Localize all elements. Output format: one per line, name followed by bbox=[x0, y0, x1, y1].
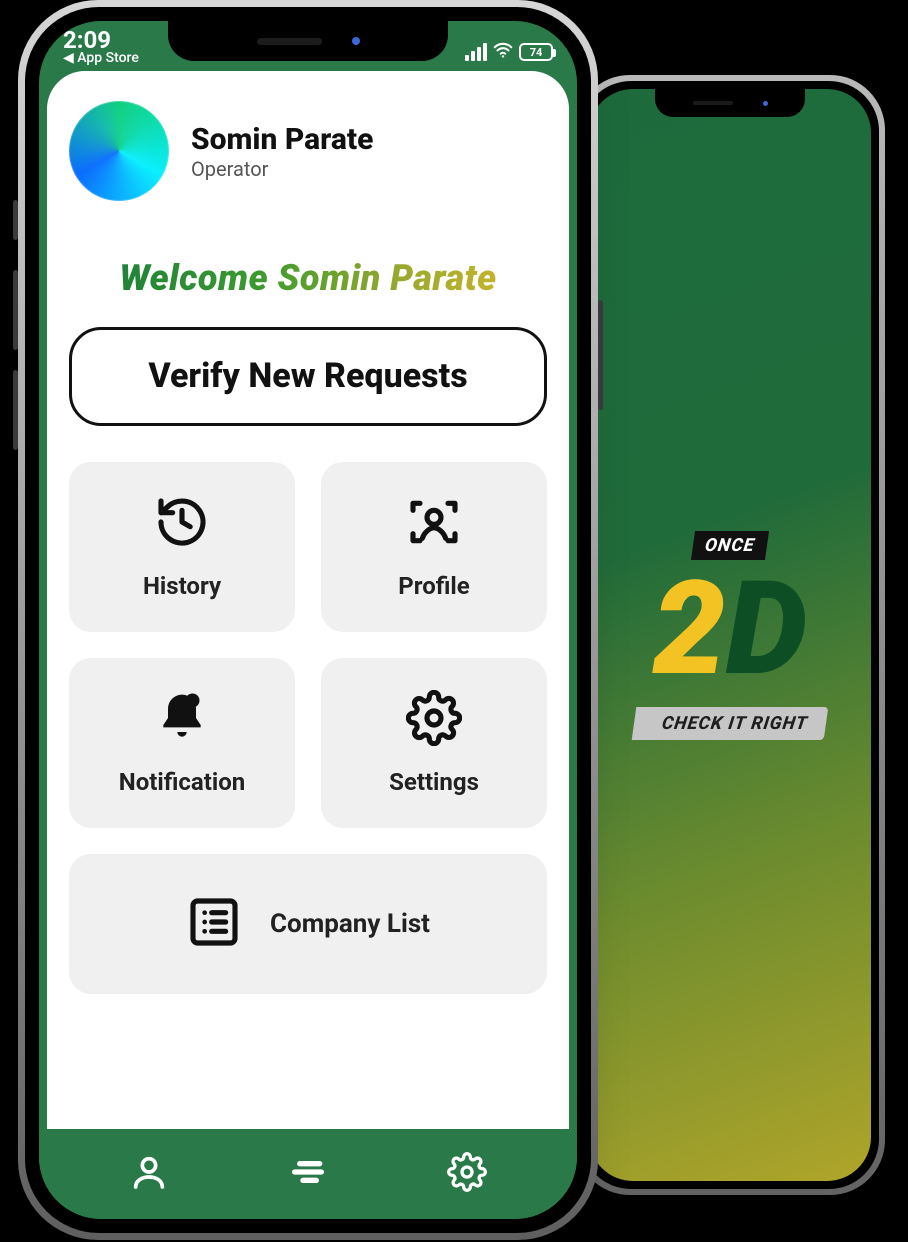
profile-tile[interactable]: Profile bbox=[321, 462, 547, 632]
notification-tile[interactable]: Notification bbox=[69, 658, 295, 828]
status-time: 2:09 bbox=[63, 29, 139, 52]
verify-new-requests-button[interactable]: Verify New Requests bbox=[69, 327, 547, 426]
company-list-tile[interactable]: Company List bbox=[69, 854, 547, 994]
user-role: Operator bbox=[191, 157, 373, 181]
wifi-icon bbox=[492, 39, 514, 65]
list-icon bbox=[186, 894, 242, 954]
battery-indicator: 74 bbox=[519, 43, 553, 61]
gear-icon bbox=[406, 690, 462, 750]
profile-scan-icon bbox=[406, 494, 462, 554]
splash-logo: 2 D bbox=[653, 570, 808, 687]
main-card: Somin Parate Operator Welcome Somin Para… bbox=[47, 71, 569, 1129]
notification-label: Notification bbox=[119, 768, 245, 796]
nav-menu-button[interactable] bbox=[278, 1142, 338, 1206]
history-icon bbox=[154, 494, 210, 554]
settings-tile[interactable]: Settings bbox=[321, 658, 547, 828]
bottom-nav bbox=[39, 1129, 577, 1219]
profile-label: Profile bbox=[398, 572, 469, 600]
status-back-to-appstore[interactable]: ◀ App Store bbox=[63, 52, 139, 65]
company-list-label: Company List bbox=[270, 909, 430, 939]
notification-bell-icon bbox=[154, 690, 210, 750]
welcome-heading: Welcome Somin Parate bbox=[69, 257, 547, 299]
signal-icon bbox=[465, 43, 487, 61]
notch bbox=[168, 21, 448, 61]
splash-bottom-tag: CHECK IT RIGHT bbox=[632, 707, 828, 740]
splash-screen: ONCE 2 D CHECK IT RIGHT bbox=[589, 89, 871, 1181]
phone-mockup-back: ONCE 2 D CHECK IT RIGHT bbox=[575, 75, 885, 1195]
history-tile[interactable]: History bbox=[69, 462, 295, 632]
settings-label: Settings bbox=[389, 768, 479, 796]
user-name: Somin Parate bbox=[191, 122, 373, 157]
avatar[interactable] bbox=[69, 101, 169, 201]
phone-mockup-front: 2:09 ◀ App Store 74 bbox=[18, 0, 598, 1240]
user-header: Somin Parate Operator bbox=[69, 101, 547, 201]
nav-settings-button[interactable] bbox=[437, 1142, 497, 1206]
history-label: History bbox=[143, 572, 221, 600]
notch bbox=[655, 89, 805, 117]
nav-profile-button[interactable] bbox=[119, 1142, 179, 1206]
